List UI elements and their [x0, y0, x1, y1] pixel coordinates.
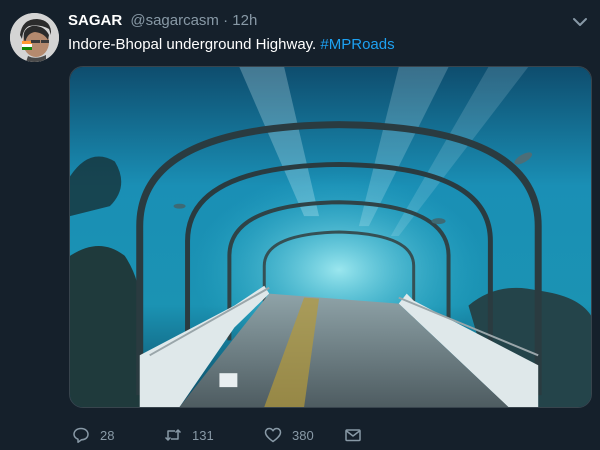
hashtag-link[interactable]: #MPRoads — [320, 36, 394, 53]
author-handle[interactable]: @sagarcasm — [130, 12, 219, 29]
avatar[interactable] — [10, 13, 59, 62]
retweet-button[interactable]: 131 — [164, 426, 264, 444]
tweet-body: Indore-Bhopal underground Highway. — [68, 36, 321, 53]
reply-count: 28 — [100, 427, 115, 443]
reply-button[interactable]: 28 — [72, 426, 164, 444]
direct-message-button[interactable] — [344, 426, 362, 444]
tweet: SAGAR @sagarcasm · 12h Indore-Bhopal und… — [0, 0, 600, 450]
underwater-tunnel-photo — [70, 67, 591, 407]
reply-icon — [73, 427, 89, 443]
timestamp[interactable]: 12h — [232, 12, 257, 29]
retweet-icon — [164, 429, 182, 441]
tweet-actions: 28 131 380 — [72, 424, 362, 446]
separator-dot: · — [223, 12, 229, 29]
author-name[interactable]: SAGAR — [68, 12, 122, 29]
retweet-count: 131 — [192, 427, 214, 443]
chevron-down-icon[interactable] — [572, 16, 588, 28]
heart-icon — [264, 427, 282, 443]
tweet-text: Indore-Bhopal underground Highway. #MPRo… — [68, 35, 395, 55]
like-button[interactable]: 380 — [264, 426, 344, 444]
tweet-header: SAGAR @sagarcasm · 12h — [68, 11, 257, 31]
envelope-icon — [345, 429, 361, 442]
avatar-photo — [10, 13, 59, 62]
like-count: 380 — [292, 427, 314, 443]
tweet-media[interactable] — [69, 66, 592, 408]
